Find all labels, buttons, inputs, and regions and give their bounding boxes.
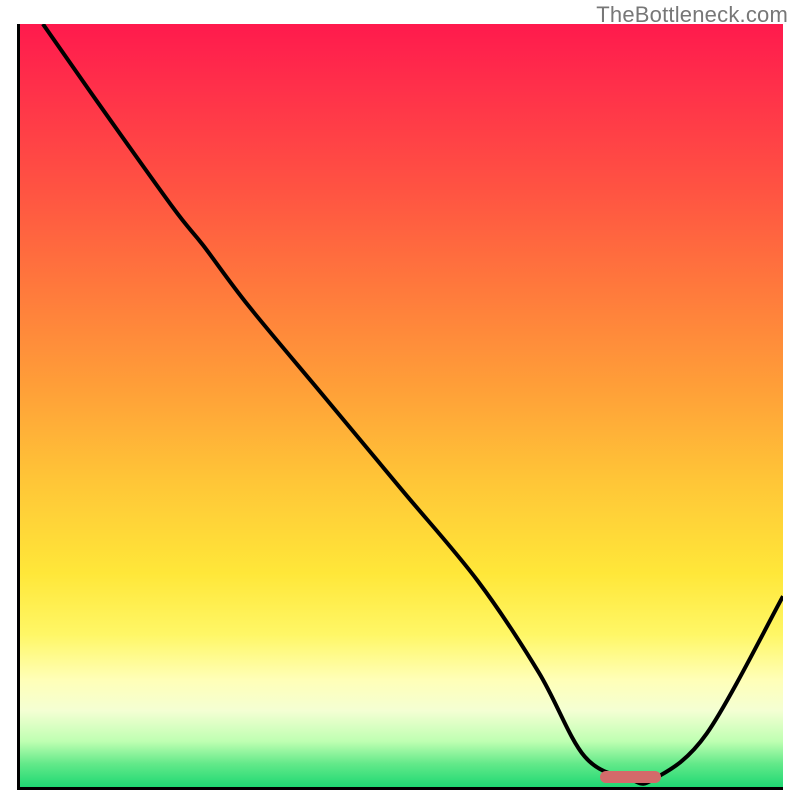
plot-area xyxy=(17,24,783,790)
chart-canvas: TheBottleneck.com xyxy=(0,0,800,800)
curve-path xyxy=(43,24,783,784)
bottleneck-curve xyxy=(20,24,783,787)
optimal-marker xyxy=(600,771,661,783)
